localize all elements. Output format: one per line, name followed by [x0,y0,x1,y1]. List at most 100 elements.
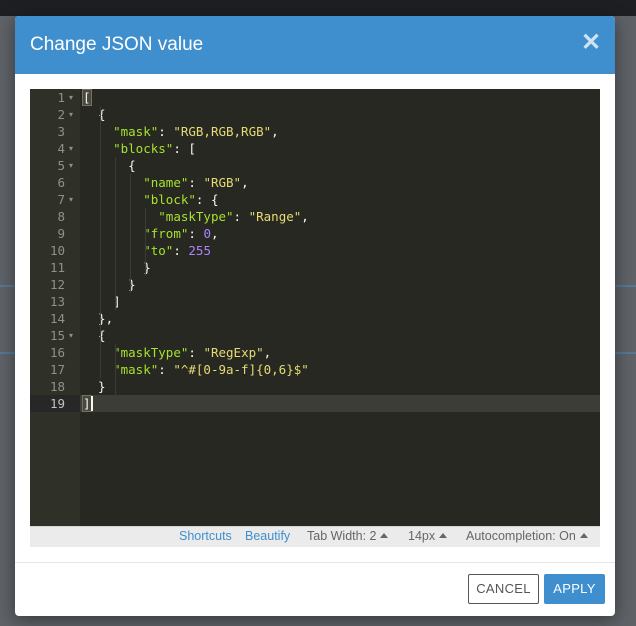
close-icon[interactable]: ✕ [580,31,602,55]
gutter-cell: 18 [30,378,80,395]
code-text: "name": "RGB", [83,174,249,191]
code-text: } [83,259,151,276]
gutter-cell: 14 [30,310,80,327]
gutter-cell: 7 ▾ [30,191,80,208]
line-number: 1 [57,90,65,105]
caret-up-icon [579,533,588,538]
gutter-cell: 13 [30,293,80,310]
line-number: 16 [49,345,65,360]
code-token: : [158,362,174,377]
gutter-cell: 12 [30,276,80,293]
indent-guide [115,344,116,395]
code-token: , [271,124,279,139]
code-text: "mask": "RGB,RGB,RGB", [83,123,279,140]
code-text: { [83,327,106,344]
code-token: "RegExp" [203,345,264,360]
line-number: 18 [49,379,65,394]
autocompletion-label: Autocompletion: On [466,529,576,543]
code-token: 255 [188,243,211,258]
line-number: 5 [57,158,65,173]
code-token: : [ [173,141,196,156]
code-token: { [83,328,106,343]
line-number: 7 [57,192,65,207]
gutter-cell: 4 ▾ [30,140,80,157]
font-size-selector[interactable]: 14px [408,527,448,546]
gutter-cell: 9 [30,225,80,242]
code-token: "maskType" [158,209,234,224]
tab-width-label: Tab Width: 2 [307,529,377,543]
matching-bracket: [ [82,89,92,106]
code-token: { [83,158,136,173]
code-text: [ [82,89,92,106]
fold-toggle-icon[interactable]: ▾ [67,191,75,208]
gutter-cell: 17 [30,361,80,378]
matching-bracket: ] [82,395,92,412]
code-text: }, [83,310,113,327]
line-number: 3 [57,124,65,139]
code-text: "block": { [83,191,218,208]
code-text: } [83,276,136,293]
caret-up-icon [439,533,448,538]
beautify-link[interactable]: Beautify [245,527,290,546]
code-text: "to": 255 [83,242,211,259]
code-token: "to" [143,243,174,258]
indent-guide [145,208,146,276]
fold-toggle-icon[interactable]: ▾ [67,89,75,106]
caret-up-icon [380,533,389,538]
fold-toggle-icon[interactable]: ▾ [67,157,75,174]
code-line[interactable]: 3 "mask": "RGB,RGB,RGB", [30,123,600,140]
gutter-cell: 2 ▾ [30,106,80,123]
code-token: "RGB" [203,175,242,190]
code-token: , [263,345,272,360]
code-token: , [241,175,249,190]
dialog-header: Change JSON value ✕ [15,16,615,74]
code-token: "block" [143,192,196,207]
code-token: ] [82,395,92,412]
line-number: 14 [49,311,65,326]
app-topbar [0,0,636,16]
code-line[interactable]: 14 }, [30,310,600,327]
code-token: "RGB,RGB,RGB" [173,124,272,139]
cancel-button[interactable]: CANCEL [468,574,539,604]
line-number: 10 [49,243,65,258]
code-token: : [188,175,204,190]
line-number: 9 [57,226,65,241]
editor-statusbar: Shortcuts Beautify Tab Width: 2 14px Aut… [30,526,600,547]
dialog-title: Change JSON value [30,34,204,55]
code-token: , [210,226,219,241]
indent-guide [130,174,131,293]
code-token: { [83,107,106,122]
code-token: : { [195,192,219,207]
code-line[interactable]: 1 ▾ [ [30,89,600,106]
code-line[interactable]: 15 ▾ { [30,327,600,344]
apply-button[interactable]: APPLY [544,574,605,604]
tab-width-selector[interactable]: Tab Width: 2 [307,527,389,546]
line-number: 12 [49,277,65,292]
autocompletion-selector[interactable]: Autocompletion: On [466,527,588,546]
code-token: [ [82,89,92,106]
code-text: "from": 0, [83,225,219,242]
shortcuts-link[interactable]: Shortcuts [179,527,232,546]
indent-guide [100,106,101,378]
line-number: 19 [49,396,65,411]
code-line[interactable]: 19] [30,395,600,412]
fold-toggle-icon[interactable]: ▾ [67,140,75,157]
fold-toggle-icon[interactable]: ▾ [67,327,75,344]
fold-toggle-icon[interactable]: ▾ [67,106,75,123]
code-line[interactable]: 2 ▾ { [30,106,600,123]
gutter-cell: 6 [30,174,80,191]
code-line[interactable]: 4 ▾ "blocks": [ [30,140,600,157]
code-text: { [83,157,136,174]
line-number: 8 [57,209,65,224]
change-json-dialog: Change JSON value ✕ 1 ▾[2 ▾ {3 "mask": "RG… [15,16,615,616]
json-code-editor[interactable]: 1 ▾[2 ▾ {3 "mask": "RGB,RGB,RGB", 4 ▾ "block… [30,89,600,526]
code-token: "name" [143,175,189,190]
code-text: } [83,378,106,395]
